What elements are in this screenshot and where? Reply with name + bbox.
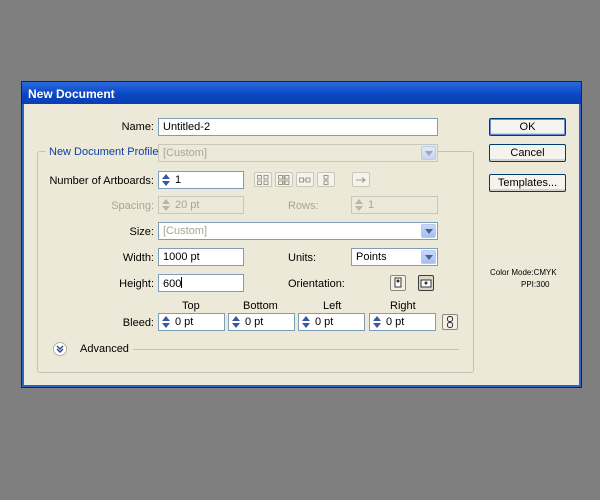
profile-label: New Document Profile: [46,146,165,158]
bleed-right-header: Right [390,300,416,312]
stepper-arrows-icon[interactable] [161,199,171,211]
orientation-label: Orientation: [288,278,345,290]
height-field[interactable]: 600 [158,274,244,292]
bleed-left-stepper[interactable]: 0 pt [298,313,365,331]
ok-button[interactable]: OK [489,118,566,136]
bleed-top-header: Top [182,300,200,312]
height-label: Height: [119,278,154,290]
spacing-value: 20 pt [175,199,200,211]
color-mode-info: Color Mode:CMYK [490,268,557,277]
profile-select-value: [Custom] [163,147,208,159]
grid-by-row-icon[interactable] [254,172,272,187]
bleed-bottom-stepper[interactable]: 0 pt [228,313,295,331]
advanced-label[interactable]: Advanced [80,343,129,355]
templates-button[interactable]: Templates... [489,174,566,192]
advanced-toggle-button[interactable] [53,342,67,356]
chain-link-icon [447,316,453,328]
double-chevron-down-icon [56,345,64,353]
chevron-down-icon [421,250,436,264]
height-value: 600 [163,278,182,290]
landscape-orientation-button[interactable] [418,275,434,291]
bleed-left-header: Left [323,300,342,312]
chevron-down-icon [421,224,436,238]
rows-stepper[interactable]: 1 [351,196,438,214]
stepper-arrows-icon[interactable] [354,199,364,211]
landscape-icon [420,279,432,288]
bleed-left-value: 0 pt [315,316,334,328]
artboards-stepper[interactable]: 1 [158,171,244,189]
stepper-arrows-icon[interactable] [161,316,171,328]
rows-value: 1 [368,199,375,211]
arrange-by-row-icon[interactable] [296,172,314,187]
portrait-orientation-button[interactable] [390,275,406,291]
ppi-info: PPI:300 [521,280,550,289]
cancel-button[interactable]: Cancel [489,144,566,162]
stepper-arrows-icon[interactable] [372,316,382,328]
profile-select[interactable]: [Custom] [158,144,438,162]
bleed-bottom-value: 0 pt [245,316,264,328]
new-document-dialog: New Document Name: Untitled-2 New Docume… [21,81,582,388]
size-label: Size: [129,226,154,238]
width-label: Width: [122,252,154,264]
link-bleed-button[interactable] [442,314,458,330]
spacing-stepper[interactable]: 20 pt [158,196,244,214]
bleed-label: Bleed: [122,317,154,329]
bleed-bottom-header: Bottom [243,300,278,312]
bleed-right-value: 0 pt [386,316,405,328]
text-cursor [181,277,183,288]
units-select-value: Points [356,251,387,263]
artboards-value: 1 [175,174,182,186]
portrait-icon [394,277,402,288]
spacing-label: Spacing: [111,200,154,212]
dialog-title: New Document [22,82,581,104]
bleed-top-stepper[interactable]: 0 pt [158,313,225,331]
stepper-arrows-icon[interactable] [161,174,171,186]
bleed-top-value: 0 pt [175,316,194,328]
arrange-by-column-icon[interactable] [317,172,335,187]
rows-label: Rows: [288,200,319,212]
change-to-right-to-left-icon[interactable] [352,172,370,187]
chevron-down-icon [421,146,436,160]
units-label: Units: [288,252,317,264]
advanced-divider [133,349,459,350]
bleed-right-stepper[interactable]: 0 pt [369,313,436,331]
units-select[interactable]: Points [351,248,438,266]
size-select[interactable]: [Custom] [158,222,438,240]
width-field[interactable]: 1000 pt [158,248,244,266]
stepper-arrows-icon[interactable] [231,316,241,328]
name-label: Name: [121,121,154,133]
artboards-label: Number of Artboards: [49,175,154,187]
grid-by-column-icon[interactable] [275,172,293,187]
stepper-arrows-icon[interactable] [301,316,311,328]
size-select-value: [Custom] [163,225,208,237]
name-field[interactable]: Untitled-2 [158,118,438,136]
